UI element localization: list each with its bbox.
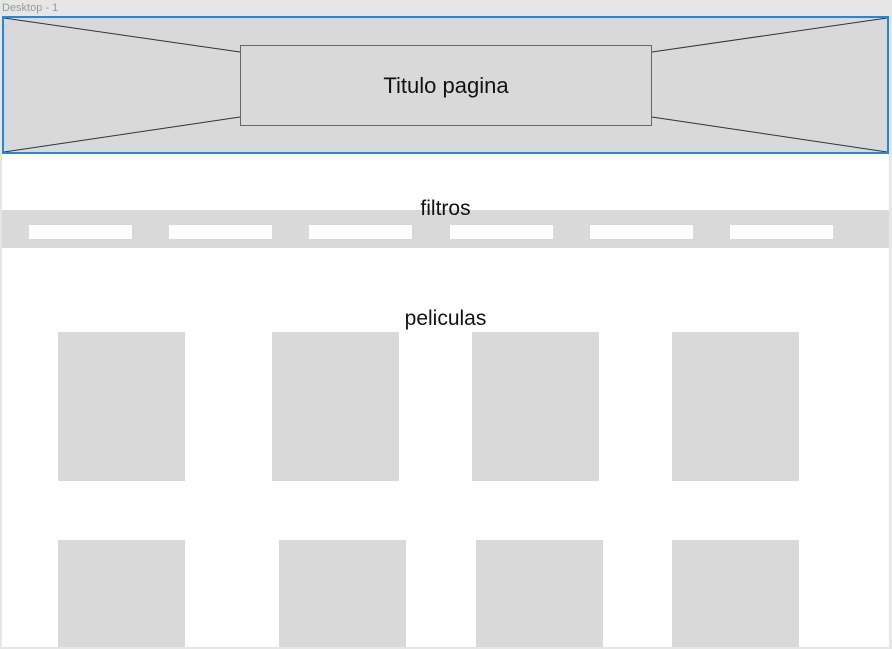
movies-heading: peliculas xyxy=(404,307,487,330)
movie-poster-7[interactable] xyxy=(476,540,603,647)
filter-chip-3[interactable] xyxy=(309,225,412,239)
filter-chip-6[interactable] xyxy=(730,225,833,239)
movie-poster-2[interactable] xyxy=(272,332,399,481)
desktop-frame: Titulo pagina filtros peliculas xyxy=(2,16,889,647)
filter-chip-4[interactable] xyxy=(450,225,553,239)
page-title-box: Titulo pagina xyxy=(240,45,652,126)
movie-poster-5[interactable] xyxy=(58,540,185,647)
filter-chip-1[interactable] xyxy=(29,225,132,239)
movie-poster-3[interactable] xyxy=(472,332,599,481)
filter-chip-5[interactable] xyxy=(590,225,693,239)
hero-banner-placeholder[interactable]: Titulo pagina xyxy=(2,16,889,154)
filter-chip-2[interactable] xyxy=(169,225,272,239)
page-title: Titulo pagina xyxy=(383,72,509,98)
frame-name-label: Desktop - 1 xyxy=(2,2,59,14)
filters-heading: filtros xyxy=(420,197,471,220)
movie-poster-1[interactable] xyxy=(58,332,185,481)
movie-poster-8[interactable] xyxy=(672,540,799,647)
movie-poster-4[interactable] xyxy=(672,332,799,481)
movie-poster-6[interactable] xyxy=(279,540,406,647)
